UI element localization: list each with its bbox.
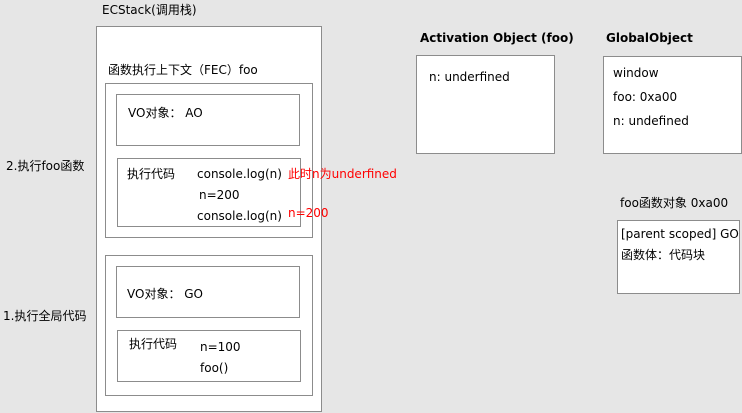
foo-fn-entry: 函数体：代码块 [621,248,706,262]
gec-vo-label: VO对象： GO [127,287,204,301]
ecstack-title: ECStack(调用栈) [102,3,197,17]
fec-vo-label: VO对象： AO [128,106,203,120]
step1-label: 1.执行全局代码 [3,309,87,323]
gec-exec-label: 执行代码 [129,337,178,351]
fec-code-line: console.log(n) [197,209,282,223]
ao-title: Activation Object (foo) [420,31,574,45]
fec-code-line: console.log(n) [197,167,282,181]
gec-code-line: foo() [200,361,229,375]
fec-vo-box [116,94,300,146]
foo-fn-title: foo函数对象 0xa00 [620,196,729,210]
fec-note: 此时n为underfined [288,167,397,181]
ao-entry: n: underfined [429,70,510,84]
go-entry: window [613,66,659,80]
fec-title: 函数执行上下文（FEC）foo [108,63,258,77]
go-title: GlobalObject [606,31,693,45]
fec-exec-label: 执行代码 [127,167,176,181]
go-entry: n: undefined [613,114,689,128]
go-entry: foo: 0xa00 [613,90,678,104]
fec-note: n=200 [288,206,329,220]
fec-code-line: n=200 [199,188,240,202]
step2-label: 2.执行foo函数 [6,159,85,173]
gec-code-line: n=100 [200,340,241,354]
foo-fn-entry: [parent scoped] GO [621,227,739,241]
